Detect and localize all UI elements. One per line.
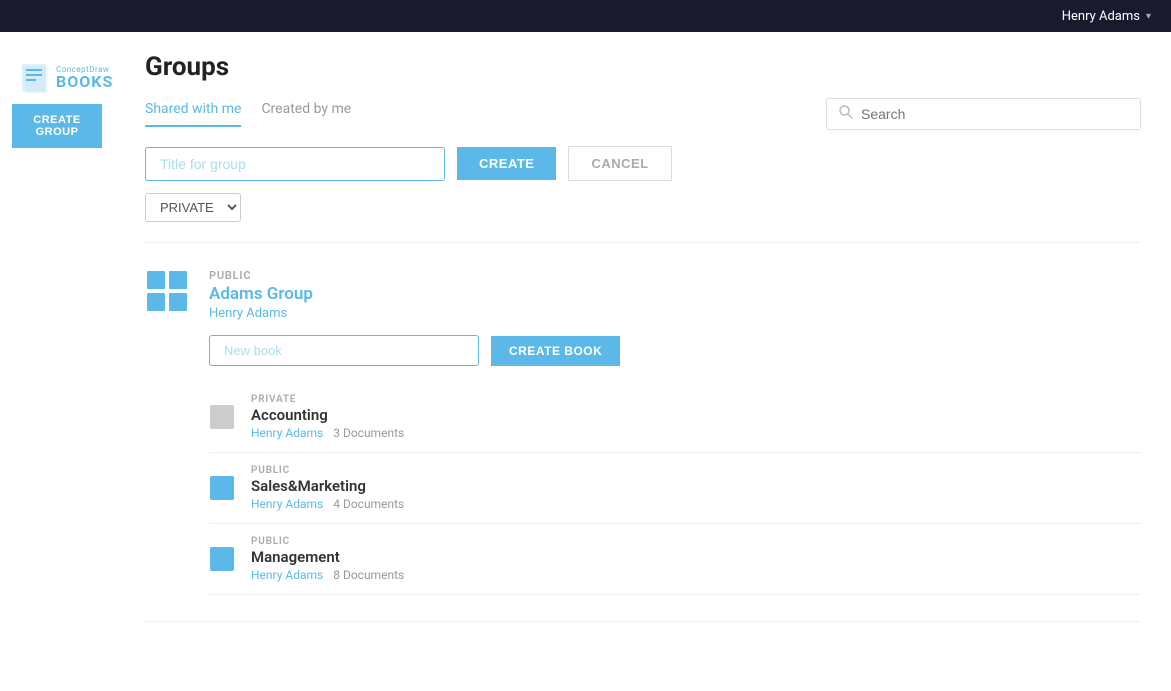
book-visibility: PRIVATE: [251, 394, 1141, 405]
book-name[interactable]: Accounting: [251, 406, 1141, 424]
tab-created-by-me[interactable]: Created by me: [261, 101, 351, 127]
group-owner: Henry Adams: [209, 306, 1141, 321]
top-row: Shared with me Created by me: [145, 98, 1141, 130]
create-group-form: CREATE CANCEL: [145, 146, 1141, 181]
book-details: PRIVATE Accounting Henry Adams 3 Documen…: [251, 394, 1141, 440]
book-icon-public-management: [209, 546, 235, 572]
book-meta: Henry Adams 4 Documents: [251, 497, 1141, 511]
content-area: Groups Shared with me Created by me: [115, 32, 1171, 691]
group-icon: [145, 269, 189, 313]
book-item: PUBLIC Sales&Marketing Henry Adams 4 Doc…: [209, 453, 1141, 524]
new-book-input[interactable]: [209, 335, 479, 366]
book-visibility: PUBLIC: [251, 465, 1141, 476]
group-name[interactable]: Adams Group: [209, 284, 1141, 304]
book-meta: Henry Adams 3 Documents: [251, 426, 1141, 440]
user-name: Henry Adams: [1062, 9, 1140, 24]
book-name[interactable]: Sales&Marketing: [251, 477, 1141, 495]
logo-bottom: BOOKS: [56, 74, 113, 90]
user-menu[interactable]: Henry Adams ▾: [1062, 9, 1151, 24]
bottom-divider: [145, 621, 1141, 622]
book-list: PRIVATE Accounting Henry Adams 3 Documen…: [209, 382, 1141, 595]
search-box: [826, 98, 1141, 130]
cancel-button[interactable]: CANCEL: [568, 146, 671, 181]
dropdown-arrow: ▾: [1146, 11, 1151, 22]
privacy-select[interactable]: PRIVATE PUBLIC: [145, 193, 241, 222]
logo-area: ConceptDraw BOOKS: [0, 52, 115, 104]
book-meta: Henry Adams 8 Documents: [251, 568, 1141, 582]
create-book-button[interactable]: CREATE BOOK: [491, 336, 620, 366]
book-doc-count: 4 Documents: [333, 497, 404, 511]
book-author: Henry Adams: [251, 497, 323, 511]
book-item: PUBLIC Management Henry Adams 8 Document…: [209, 524, 1141, 595]
search-icon: [839, 105, 853, 123]
book-name[interactable]: Management: [251, 548, 1141, 566]
top-bar: Henry Adams ▾: [0, 0, 1171, 32]
search-input[interactable]: [861, 106, 1128, 122]
new-book-row: CREATE BOOK: [209, 335, 1141, 366]
book-author: Henry Adams: [251, 426, 323, 440]
group-info: PUBLIC Adams Group Henry Adams: [209, 269, 1141, 321]
sidebar: ConceptDraw BOOKS CREATE GROUP: [0, 32, 115, 691]
group-title-input[interactable]: [145, 147, 445, 181]
book-author: Henry Adams: [251, 568, 323, 582]
tabs: Shared with me Created by me: [145, 101, 351, 127]
create-group-button[interactable]: CREATE GROUP: [12, 104, 102, 148]
book-item: PRIVATE Accounting Henry Adams 3 Documen…: [209, 382, 1141, 453]
page-title: Groups: [145, 52, 1141, 82]
book-visibility: PUBLIC: [251, 536, 1141, 547]
logo-icon: [20, 62, 48, 94]
logo[interactable]: ConceptDraw BOOKS: [20, 62, 113, 94]
create-button[interactable]: CREATE: [457, 147, 556, 180]
book-doc-count: 8 Documents: [333, 568, 404, 582]
book-icon-public-sales: [209, 475, 235, 501]
book-doc-count: 3 Documents: [333, 426, 404, 440]
book-icon-private: [209, 404, 235, 430]
group-visibility-label: PUBLIC: [209, 269, 1141, 282]
logo-text: ConceptDraw BOOKS: [56, 66, 113, 90]
main-layout: ConceptDraw BOOKS CREATE GROUP Groups Sh…: [0, 32, 1171, 691]
book-details: PUBLIC Management Henry Adams 8 Document…: [251, 536, 1141, 582]
section-divider: [145, 242, 1141, 243]
group-header: PUBLIC Adams Group Henry Adams: [145, 269, 1141, 321]
book-details: PUBLIC Sales&Marketing Henry Adams 4 Doc…: [251, 465, 1141, 511]
tab-shared-with-me[interactable]: Shared with me: [145, 101, 241, 127]
group-section: PUBLIC Adams Group Henry Adams CREATE BO…: [145, 259, 1141, 605]
